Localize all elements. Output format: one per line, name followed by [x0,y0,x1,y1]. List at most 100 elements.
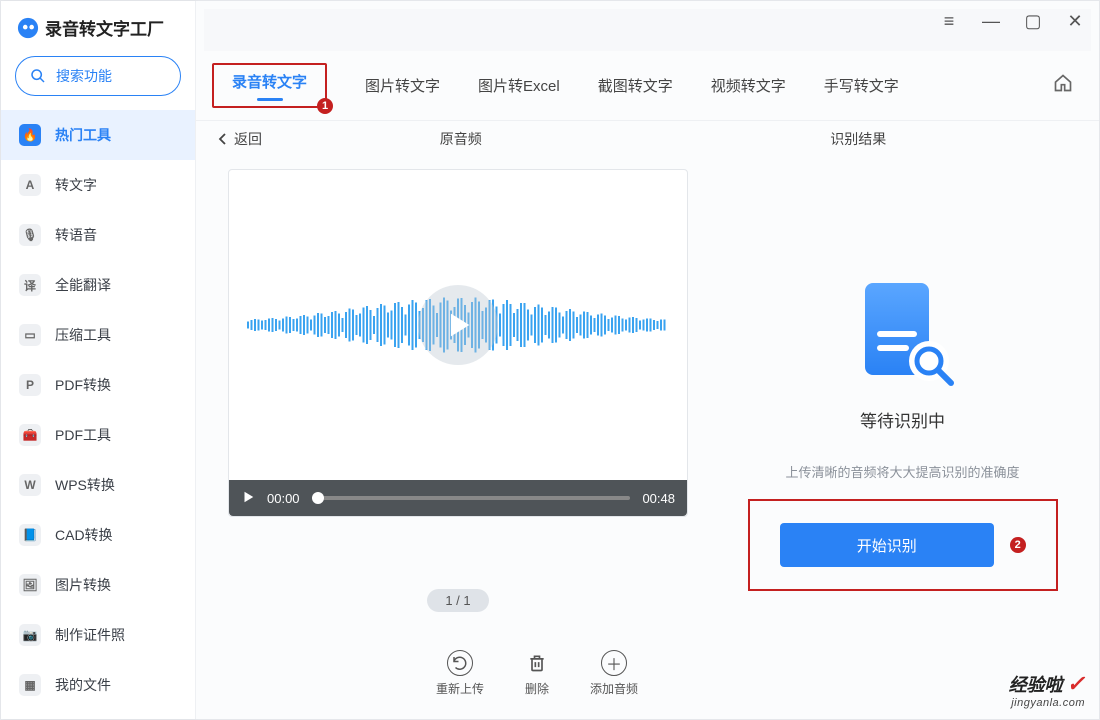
menu-icon[interactable]: ≡ [935,7,963,35]
sidebar-item-label: CAD转换 [55,525,113,545]
start-recognize-button[interactable]: 开始识别 [780,523,994,567]
check-icon: ✓ [1067,671,1085,697]
sidebar: 录音转文字工厂 搜索功能 🔥 热门工具 A 转文字 🎙 转语音 译全能翻译 ▭ 压缩工具… [1,1,196,719]
reupload-button[interactable]: 重新上传 [436,650,484,697]
seek-thumb[interactable] [312,492,324,504]
play-overlay-button[interactable] [418,285,498,365]
search-icon [30,68,46,84]
tab-audio-to-text[interactable]: 录音转文字 [232,74,307,91]
play-button[interactable] [241,490,255,507]
search-placeholder: 搜索功能 [56,66,112,86]
sidebar-item-label: 全能翻译 [55,275,111,295]
callout-1: 1 [317,98,333,114]
app-logo-icon [17,17,39,39]
document-search-icon [843,275,963,395]
sidebar-item-label: WPS转换 [55,475,115,495]
sidebar-item-hot-tools[interactable]: 🔥 热门工具 [1,110,195,160]
window-controls: ≡ — ▢ ✕ [935,7,1089,35]
sidebar-item-pdf-convert[interactable]: P PDF转换 [1,360,195,410]
main: ≡ — ▢ ✕ 录音转文字 1 图片转文字 图片转Excel 截图转文字 视频转… [196,1,1099,719]
sidebar-item-to-text[interactable]: A 转文字 [1,160,195,210]
sidebar-item-label: 图片转换 [55,575,111,595]
sidebar-item-pdf-tools[interactable]: 🧰 PDF工具 [1,410,195,460]
sidebar-item-label: 制作证件照 [55,625,125,645]
sidebar-item-label: PDF工具 [55,425,111,445]
play-icon [441,308,475,342]
delete-button[interactable]: 删除 [524,650,550,697]
action-label: 添加音频 [590,680,638,697]
sidebar-item-label: 压缩工具 [55,325,111,345]
play-small-icon [241,490,255,504]
sidebar-item-label: 转语音 [55,225,97,245]
subheader: 返回 原音频 识别结果 [196,121,1099,153]
wps-w-icon: W [19,474,41,496]
player-bar: 00:00 00:48 [229,480,687,516]
undo-icon [447,650,473,676]
sidebar-item-label: PDF转换 [55,375,111,395]
sidebar-item-translate[interactable]: 译全能翻译 [1,260,195,310]
minimize-button[interactable]: — [977,7,1005,35]
result-label: 识别结果 [660,129,1058,149]
translate-icon: 译 [19,274,41,296]
tab-audio-to-text-highlight: 录音转文字 1 [212,63,327,108]
back-label: 返回 [234,129,262,149]
action-label: 重新上传 [436,680,484,697]
back-button[interactable]: 返回 [218,129,262,149]
callout-2: 2 [1010,537,1026,553]
watermark: 经验啦✓ jingyanla.com [1009,671,1085,709]
sidebar-item-cad[interactable]: 📘 CAD转换 [1,510,195,560]
sidebar-item-my-files[interactable]: ▦ 我的文件 [1,660,195,710]
toolbox-icon: 🧰 [19,424,41,446]
sidebar-item-label: 热门工具 [55,125,111,145]
image-icon: 🖼 [19,574,41,596]
plus-circle-icon: ＋ [601,650,627,676]
seek-track[interactable] [312,496,631,500]
pager: 1 / 1 [427,589,488,612]
text-a-icon: A [19,174,41,196]
pdf-p-icon: P [19,374,41,396]
time-total: 00:48 [642,491,675,506]
sidebar-item-to-audio[interactable]: 🎙 转语音 [1,210,195,260]
sidebar-item-label: 我的文件 [55,675,111,695]
sidebar-item-label: 转文字 [55,175,97,195]
trash-icon [524,650,550,676]
maximize-button[interactable]: ▢ [1019,7,1047,35]
sidebar-item-id-photo[interactable]: 📷 制作证件照 [1,610,195,660]
status-hint: 上传清晰的音频将大大提高识别的准确度 [785,462,1019,481]
watermark-text: 经验啦 [1009,671,1063,697]
sidebar-item-wps[interactable]: W WPS转换 [1,460,195,510]
watermark-url: jingyanla.com [1009,697,1085,709]
app-brand: 录音转文字工厂 [1,1,195,48]
bottom-actions: 重新上传 删除 ＋ 添加音频 [436,630,638,697]
waveform [229,170,687,480]
home-icon[interactable] [1053,73,1073,98]
tab-screenshot-to-text[interactable]: 截图转文字 [598,75,673,96]
origin-audio-label: 原音频 [262,129,660,149]
tab-video-to-text[interactable]: 视频转文字 [711,75,786,96]
search-input[interactable]: 搜索功能 [15,56,181,96]
cad-icon: 📘 [19,524,41,546]
files-icon: ▦ [19,674,41,696]
result-pane: 等待识别中 上传清晰的音频将大大提高识别的准确度 开始识别 2 [728,169,1077,631]
tab-image-to-text[interactable]: 图片转文字 [365,75,440,96]
status-title: 等待识别中 [860,407,945,432]
sidebar-nav: 🔥 热门工具 A 转文字 🎙 转语音 译全能翻译 ▭ 压缩工具 P PDF转换 🧰 PDF工… [1,106,195,719]
add-audio-button[interactable]: ＋ 添加音频 [590,650,638,697]
tab-handwriting-to-text[interactable]: 手写转文字 [824,75,899,96]
audio-preview: 00:00 00:48 [228,169,688,517]
audio-pane: 00:00 00:48 1 / 1 [218,169,698,631]
action-label: 删除 [525,680,549,697]
time-current: 00:00 [267,491,300,506]
app-title: 录音转文字工厂 [45,15,164,40]
close-button[interactable]: ✕ [1061,7,1089,35]
chevron-left-icon [218,133,228,145]
flame-icon: 🔥 [19,124,41,146]
sidebar-item-compress[interactable]: ▭ 压缩工具 [1,310,195,360]
compress-icon: ▭ [19,324,41,346]
sidebar-item-image-convert[interactable]: 🖼 图片转换 [1,560,195,610]
tab-image-to-excel[interactable]: 图片转Excel [478,75,560,96]
start-highlight-box: 开始识别 2 [748,499,1058,591]
tabs: 录音转文字 1 图片转文字 图片转Excel 截图转文字 视频转文字 手写转文字 [196,53,1099,121]
id-photo-icon: 📷 [19,624,41,646]
mic-icon: 🎙 [19,224,41,246]
